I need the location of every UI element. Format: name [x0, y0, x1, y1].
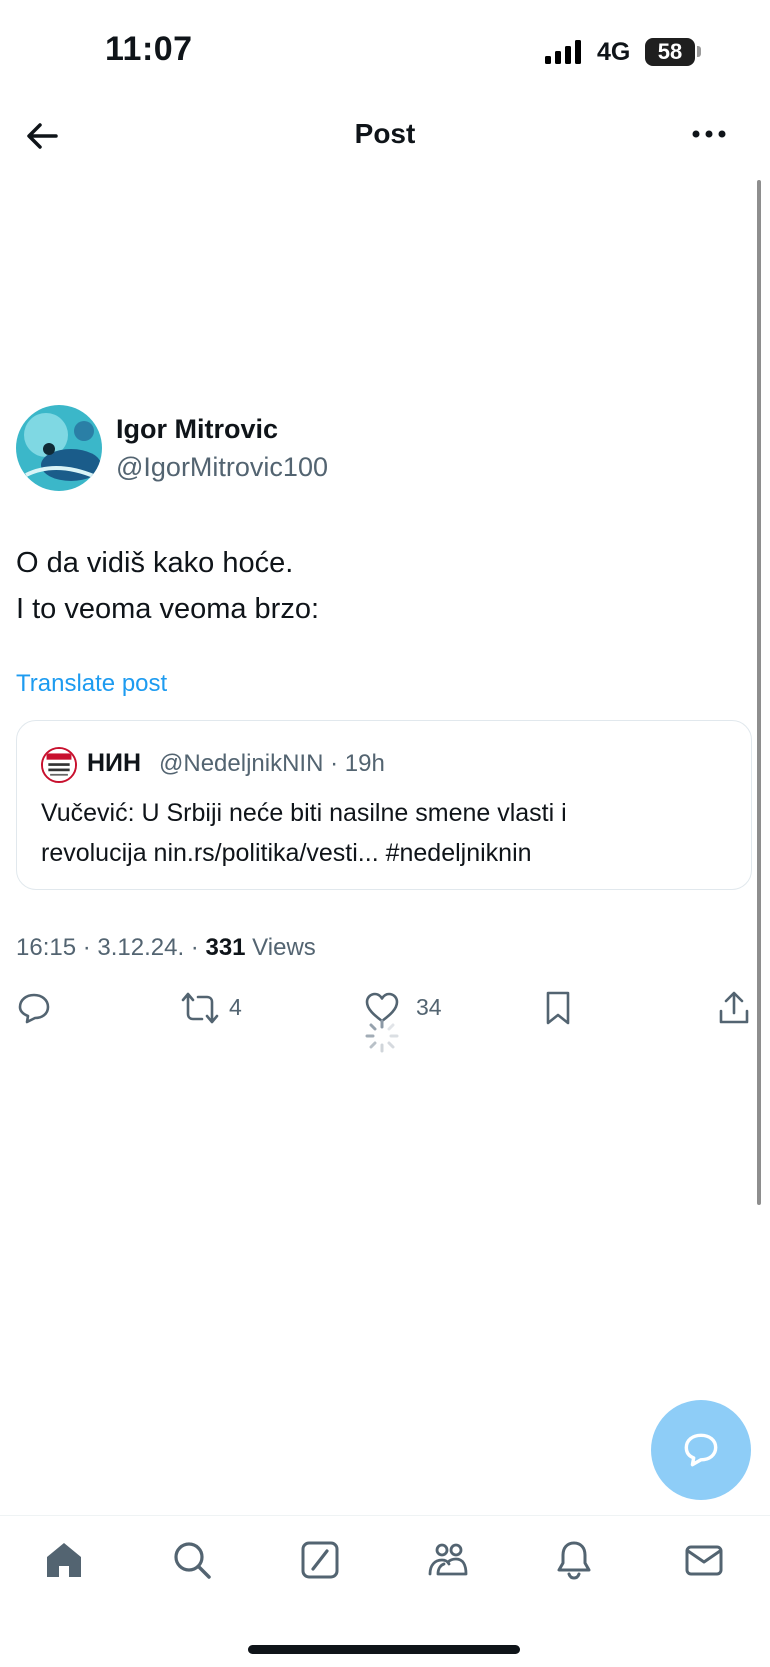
battery-tip [697, 46, 701, 57]
post-meta: 16:15 · 3.12.24. · 331 Views [16, 934, 316, 962]
header: Post [0, 100, 770, 170]
share-icon[interactable] [716, 990, 752, 1026]
signal-icon [545, 40, 581, 64]
quote-avatar [41, 747, 77, 783]
bookmark-icon[interactable] [540, 990, 576, 1026]
author-avatar[interactable] [16, 405, 102, 491]
post-text-line: O da vidiš kako hoće. [16, 547, 294, 579]
search-icon[interactable] [170, 1538, 214, 1582]
repost-icon[interactable] [180, 990, 220, 1026]
post-timestamp: 16:15 · 3.12.24. · [16, 934, 206, 961]
battery-icon: 58 [645, 38, 695, 66]
views-label: Views [245, 934, 316, 961]
quote-text-line: revolucija nin.rs/politika/vesti... #ned… [41, 839, 532, 867]
grok-icon[interactable] [298, 1538, 342, 1582]
views-count[interactable]: 331 [205, 934, 245, 961]
home-indicator [248, 1645, 520, 1654]
messages-icon[interactable] [682, 1538, 726, 1582]
reply-bubble-icon [684, 1433, 718, 1467]
quoted-post[interactable]: НИН @NedeljnikNIN · 19h Vučević: U Srbij… [16, 720, 752, 890]
author-handle[interactable]: @IgorMitrovic100 [116, 452, 328, 483]
notifications-icon[interactable] [552, 1538, 596, 1582]
quote-text-line: Vučević: U Srbiji neće biti nasilne smen… [41, 799, 567, 827]
quote-author-name: НИН [87, 749, 142, 777]
communities-icon[interactable] [426, 1538, 470, 1582]
home-icon[interactable] [42, 1538, 86, 1582]
scrollbar[interactable] [757, 180, 761, 1205]
translate-post-link[interactable]: Translate post [16, 670, 167, 698]
status-bar: 11:07 4G 58 [0, 0, 770, 100]
repost-count: 4 [229, 994, 242, 1020]
post-text-line: I to veoma veoma brzo: [16, 593, 320, 625]
status-time: 11:07 [105, 30, 193, 68]
reply-fab-button[interactable] [651, 1400, 751, 1500]
page-title: Post [354, 118, 416, 149]
post-text: O da vidiš kako hoće. I to veoma veoma b… [16, 540, 736, 632]
author-name[interactable]: Igor Mitrovic [116, 414, 278, 445]
loading-spinner-icon [365, 1019, 399, 1053]
quote-author-handle: @NedeljnikNIN · 19h [159, 750, 385, 777]
reply-icon[interactable] [16, 990, 52, 1026]
like-count: 34 [416, 994, 442, 1020]
network-label: 4G [597, 38, 631, 66]
more-options-icon[interactable] [690, 124, 730, 144]
quote-text: Vučević: U Srbiji neće biti nasilne smen… [41, 793, 741, 873]
